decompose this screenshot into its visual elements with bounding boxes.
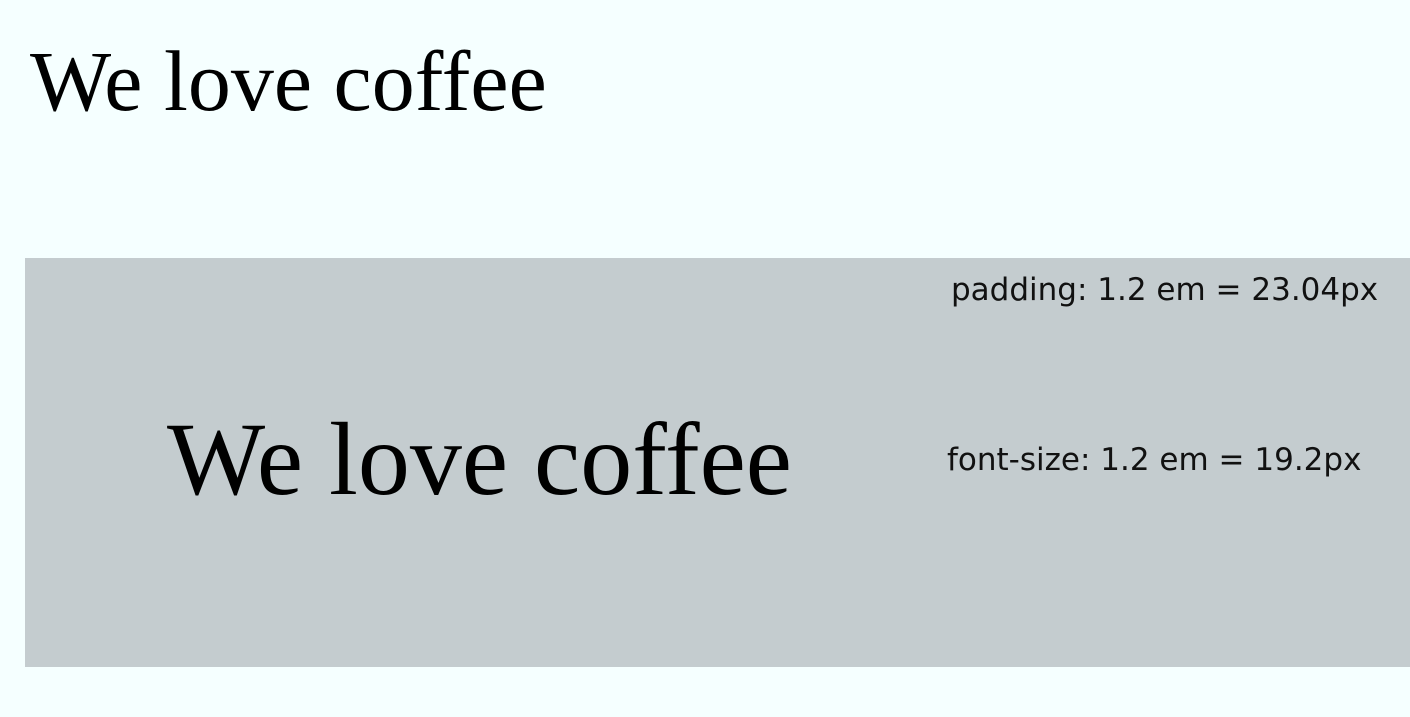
font-size-note: font-size: 1.2 em = 19.2px bbox=[947, 442, 1362, 478]
demo-box: padding: 1.2 em = 23.04px We love coffee… bbox=[25, 258, 1410, 667]
inner-heading: We love coffee bbox=[167, 402, 792, 517]
top-heading: We love coffee bbox=[30, 33, 547, 129]
padding-note: padding: 1.2 em = 23.04px bbox=[951, 272, 1379, 308]
